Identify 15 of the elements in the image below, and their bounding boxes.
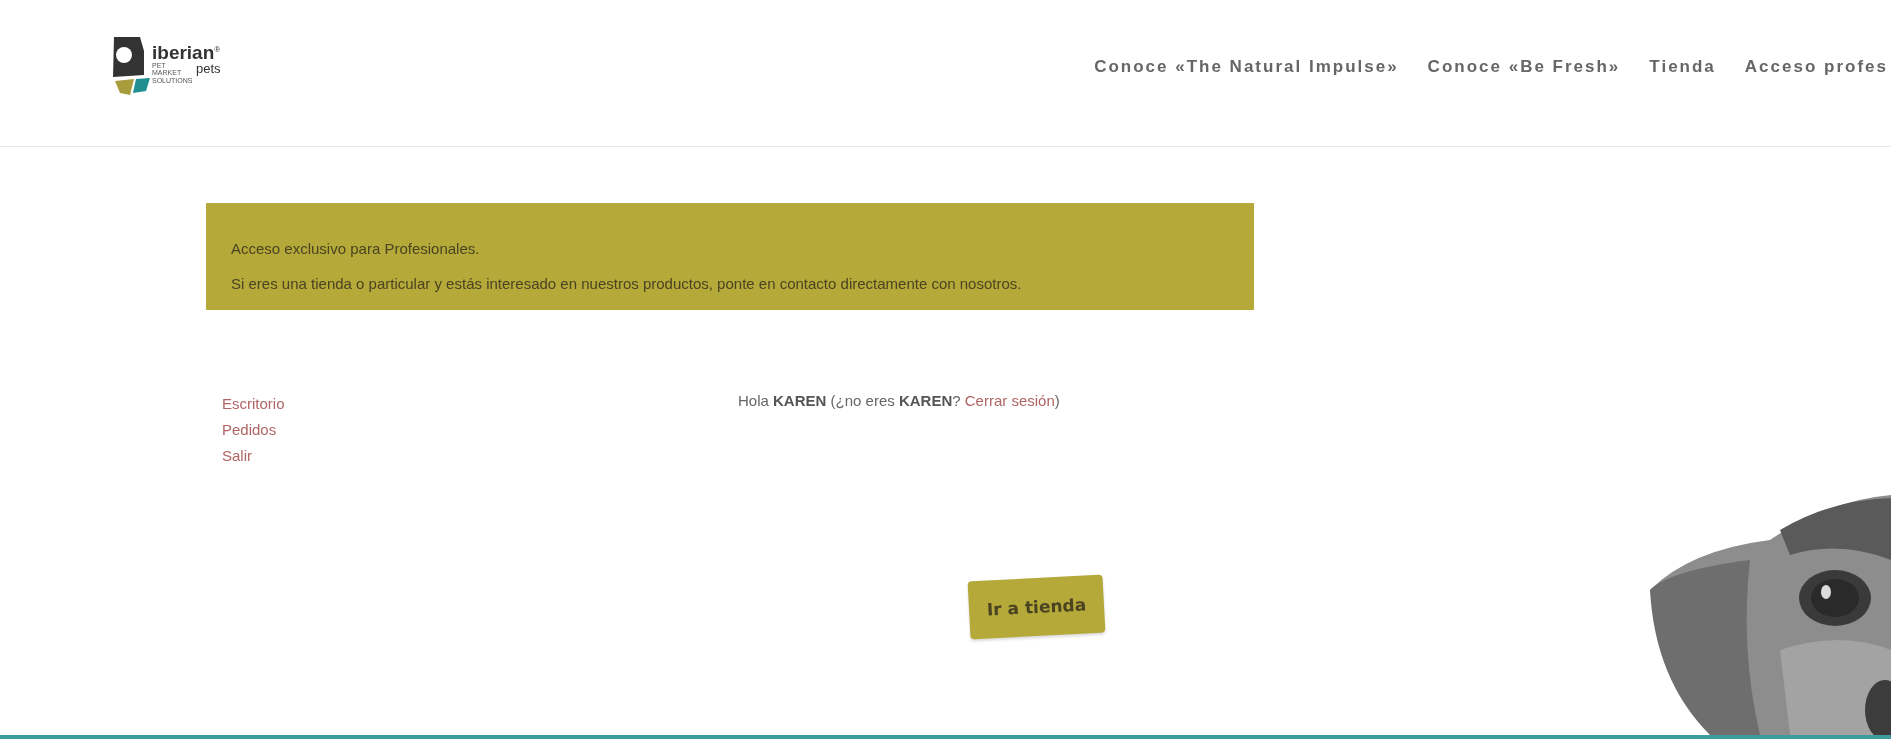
nav-link[interactable]: Conoce «Be Fresh» [1427, 57, 1621, 77]
shop-button[interactable]: Ir a tienda [967, 574, 1106, 640]
logo-subword: pets [196, 62, 221, 75]
nav-link[interactable]: Conoce «The Natural Impulse» [1094, 57, 1399, 77]
account-menu-link[interactable]: Salir [222, 447, 252, 464]
notice-text: Si eres una tienda o particular y estás interesado en nuestros productos, ponte en contacto directamente con nosotros. [231, 275, 1023, 292]
account-menu-link[interactable]: Escritorio [222, 395, 285, 412]
greeting-text: Hola KAREN (¿no eres KAREN? Cerrar sesión) [738, 392, 1060, 411]
logout-link[interactable]: Cerrar sesión [964, 392, 1055, 409]
nav-link[interactable]: Tienda [1649, 57, 1716, 77]
notice-text: Acceso exclusivo para Profesionales. [231, 240, 481, 257]
account-menu-link[interactable]: Pedidos [222, 421, 277, 438]
registered-mark: ® [214, 44, 221, 54]
nav-link[interactable]: Acceso profes [1744, 57, 1888, 77]
logo-wordmark: iberian$^{®}$ [152, 43, 221, 62]
